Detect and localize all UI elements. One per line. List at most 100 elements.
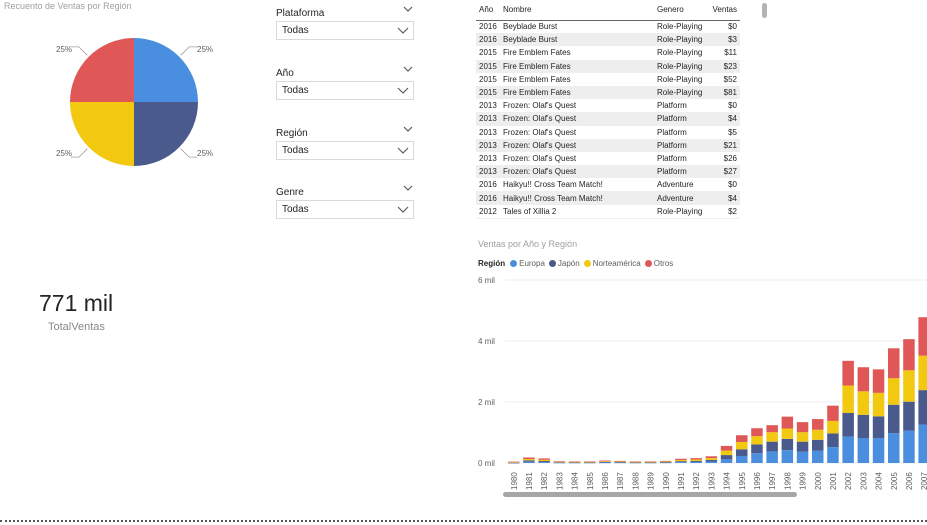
bar-segment-otros[interactable]	[584, 461, 596, 463]
bar-segment-europa[interactable]	[888, 433, 900, 463]
bar-segment-japon[interactable]	[523, 460, 535, 462]
bar-chart-plot[interactable]: 0 mil 2 mil 4 mil 6 mil 1980 1981 1982 1983 1984…	[470, 270, 927, 502]
bar-segment-otros[interactable]	[736, 435, 748, 442]
bar-chart-scroll-thumb[interactable]	[503, 492, 797, 497]
bar-segment-japon[interactable]	[812, 439, 824, 451]
bar-segment-otros[interactable]	[705, 456, 718, 459]
bar-segment-europa[interactable]	[751, 453, 763, 463]
table-row[interactable]: 2013 Frozen: Olaf's Quest Platform $4	[476, 112, 740, 126]
bar-segment-japon[interactable]	[827, 433, 839, 448]
slicer-anio-header[interactable]: Año	[276, 63, 416, 79]
legend-item-norteamerica[interactable]: Norteamérica	[583, 259, 641, 268]
bar-segment-norteamerica[interactable]	[812, 429, 824, 440]
bar-segment-otros[interactable]	[842, 360, 854, 386]
table-row[interactable]: 2013 Frozen: Olaf's Quest Platform $5	[476, 126, 740, 139]
bar-segment-otros[interactable]	[660, 460, 672, 462]
table-row[interactable]: 2012 Tales of Xillia 2 Role-Playing $2	[476, 205, 740, 218]
bar-segment-europa[interactable]	[766, 451, 778, 463]
table-row[interactable]: 2013 Frozen: Olaf's Quest Platform $26	[476, 152, 740, 165]
bar-segment-europa[interactable]	[705, 461, 718, 463]
bar-segment-japon[interactable]	[690, 460, 702, 462]
bar-segment-norteamerica[interactable]	[690, 459, 702, 461]
column-header-anio[interactable]: Año	[476, 0, 500, 21]
bar-segment-norteamerica[interactable]	[538, 459, 550, 462]
bar-segment-europa[interactable]	[720, 459, 733, 463]
bar-segment-japon[interactable]	[857, 414, 870, 438]
table-row[interactable]: 2012Tales of Xillia 2Role-Playing$7	[476, 217, 740, 219]
table-row[interactable]: 2015 Fire Emblem Fates Role-Playing $23	[476, 59, 740, 73]
slicer-plataforma-dropdown[interactable]: Todas	[276, 21, 414, 40]
table-row[interactable]: 2016 Beyblade Burst Role-Playing $0	[476, 20, 740, 33]
bar-segment-otros[interactable]	[614, 460, 626, 462]
table-vertical-scrollbar[interactable]	[762, 3, 767, 18]
table-row[interactable]: 2015 Fire Emblem Fates Role-Playing $52	[476, 73, 740, 86]
bar-segment-europa[interactable]	[918, 424, 927, 463]
bar-segment-norteamerica[interactable]	[599, 461, 611, 462]
bar-segment-otros[interactable]	[796, 422, 809, 433]
slicer-genre-header[interactable]: Genre	[276, 182, 416, 198]
bar-segment-norteamerica[interactable]	[736, 441, 748, 450]
bar-segment-otros[interactable]	[690, 458, 702, 460]
bar-segment-norteamerica[interactable]	[827, 420, 839, 434]
sales-table[interactable]: Año Nombre Genero Ventas 2016 Beyblade Bu…	[476, 0, 742, 219]
bar-segment-japon[interactable]	[675, 461, 687, 463]
bar-segment-norteamerica[interactable]	[842, 385, 854, 413]
legend-item-otros[interactable]: Otros	[644, 259, 673, 268]
bar-segment-europa[interactable]	[903, 430, 915, 463]
chevron-down-icon[interactable]	[402, 3, 414, 15]
bar-segment-japon[interactable]	[614, 462, 626, 463]
bar-segment-japon[interactable]	[888, 404, 900, 434]
bar-segment-norteamerica[interactable]	[903, 370, 915, 402]
slicer-anio-dropdown[interactable]: Todas	[276, 81, 414, 100]
chevron-down-icon[interactable]	[402, 182, 414, 194]
bar-segment-japon[interactable]	[599, 461, 611, 463]
bar-segment-otros[interactable]	[888, 348, 900, 379]
bar-segment-norteamerica[interactable]	[872, 392, 885, 417]
bar-segment-europa[interactable]	[599, 462, 611, 464]
column-header-nombre[interactable]: Nombre	[500, 0, 654, 21]
pie-chart[interactable]: 25% 25% 25% 25%	[0, 12, 270, 192]
bar-segment-japon[interactable]	[842, 412, 854, 437]
bar-segment-europa[interactable]	[736, 455, 748, 463]
bar-segment-norteamerica[interactable]	[781, 428, 794, 439]
column-header-genero[interactable]: Genero	[654, 0, 709, 21]
bar-segment-norteamerica[interactable]	[796, 432, 809, 442]
legend-item-japon[interactable]: Japón	[548, 259, 580, 268]
bar-segment-norteamerica[interactable]	[660, 461, 672, 463]
bar-segment-japon[interactable]	[751, 444, 763, 454]
bar-segment-norteamerica[interactable]	[614, 461, 626, 463]
bar-segment-europa[interactable]	[827, 447, 839, 463]
bar-segment-europa[interactable]	[675, 462, 687, 463]
bar-segment-norteamerica[interactable]	[553, 461, 566, 463]
bar-segment-otros[interactable]	[523, 457, 535, 460]
bar-segment-japon[interactable]	[903, 401, 915, 431]
legend-item-europa[interactable]: Europa	[510, 259, 545, 268]
slicer-plataforma-header[interactable]: Plataforma	[276, 3, 416, 19]
bar-segment-japon[interactable]	[705, 459, 718, 462]
bar-segment-europa[interactable]	[812, 450, 824, 463]
bar-segment-otros[interactable]	[872, 369, 885, 393]
bar-segment-otros[interactable]	[812, 419, 824, 430]
bar-segment-norteamerica[interactable]	[675, 459, 687, 462]
bar-segment-europa[interactable]	[781, 450, 794, 463]
bar-segment-japon[interactable]	[918, 390, 927, 425]
bar-segment-otros[interactable]	[903, 339, 915, 371]
slicer-genre-dropdown[interactable]: Todas	[276, 200, 414, 219]
bar-segment-japon[interactable]	[872, 416, 885, 438]
bar-segment-norteamerica[interactable]	[523, 459, 535, 461]
table-row[interactable]: 2016 Beyblade Burst Role-Playing $3	[476, 33, 740, 47]
bar-segment-otros[interactable]	[827, 405, 839, 421]
table-row[interactable]: 2013 Frozen: Olaf's Quest Platform $0	[476, 99, 740, 112]
table-row[interactable]: 2015 Fire Emblem Fates Role-Playing $11	[476, 46, 740, 59]
bar-segment-norteamerica[interactable]	[705, 458, 718, 460]
bar-segment-japon[interactable]	[766, 441, 778, 452]
table-row[interactable]: 2013 Frozen: Olaf's Quest Platform $21	[476, 138, 740, 152]
chevron-down-icon[interactable]	[402, 63, 414, 75]
bar-segment-otros[interactable]	[781, 416, 794, 429]
bar-segment-norteamerica[interactable]	[857, 391, 870, 415]
bar-segment-japon[interactable]	[660, 462, 672, 463]
column-header-ventas[interactable]: Ventas	[709, 0, 740, 21]
bar-segment-otros[interactable]	[857, 367, 870, 392]
bar-segment-europa[interactable]	[857, 437, 870, 463]
bar-segment-europa[interactable]	[538, 462, 550, 463]
